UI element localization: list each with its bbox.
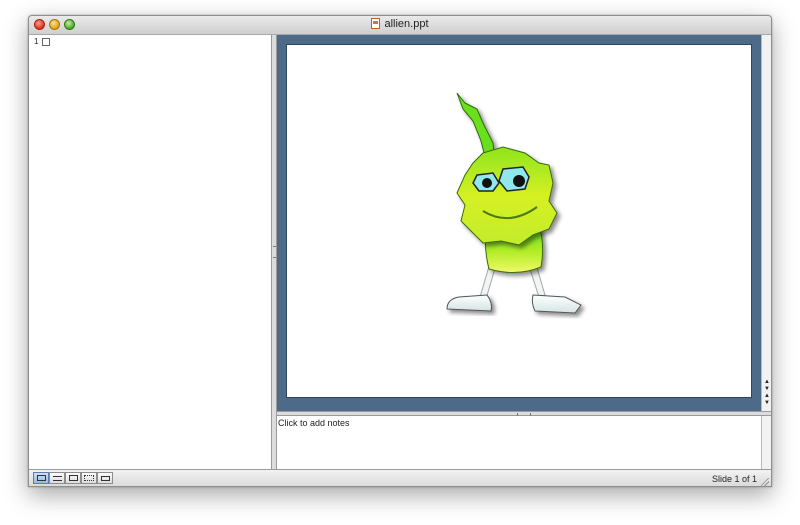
slide-canvas[interactable] (287, 45, 751, 397)
view-buttons (33, 472, 113, 484)
outline-view-button[interactable] (49, 472, 65, 484)
app-window: allien.ppt 1 ▲ ▼ ▲ ▼ Click to add notes … (28, 15, 772, 487)
normal-view-button[interactable] (33, 472, 49, 484)
right-shoe (531, 294, 582, 314)
slide-thumbnail-icon (42, 37, 51, 46)
outline-view-icon (52, 475, 62, 481)
slide-show-icon (100, 475, 110, 481)
ppt-document-icon (371, 18, 381, 29)
previous-slide-icon[interactable]: ▲ (762, 393, 771, 400)
slide-editing-area[interactable] (277, 35, 761, 411)
slides-pane[interactable]: 1 (29, 35, 272, 469)
scroll-down-arrow-icon[interactable]: ▼ (762, 386, 771, 393)
slide-sorter-icon (84, 475, 94, 481)
right-pupil (513, 175, 525, 187)
slide-show-button[interactable] (97, 472, 113, 484)
resize-grip-icon[interactable] (761, 478, 769, 486)
left-pupil (482, 178, 492, 188)
slide-view-icon (68, 475, 78, 481)
window-title: allien.ppt (384, 18, 429, 30)
notes-placeholder[interactable]: Click to add notes (278, 418, 350, 428)
alien-illustration[interactable] (287, 45, 751, 397)
alien-head (456, 146, 558, 246)
slide-number: 1 (34, 37, 39, 46)
normal-view-icon (36, 475, 46, 481)
window-title-container: allien.ppt (29, 18, 771, 30)
title-bar[interactable]: allien.ppt (29, 16, 771, 35)
status-bar: Slide 1 of 1 (29, 469, 771, 486)
slide-thumbnail-item[interactable]: 1 (34, 37, 51, 46)
notes-pane[interactable]: Click to add notes (277, 416, 761, 469)
slide-sorter-view-button[interactable] (81, 472, 97, 484)
next-slide-icon[interactable]: ▼ (762, 400, 771, 407)
slide-vertical-scrollbar[interactable]: ▲ ▼ ▲ ▼ (761, 35, 771, 411)
notes-vertical-scrollbar[interactable] (761, 416, 771, 469)
slide-counter: Slide 1 of 1 (711, 474, 757, 484)
left-shoe (446, 294, 492, 312)
slide-view-button[interactable] (65, 472, 81, 484)
splitter-grip-icon (273, 246, 275, 258)
scroll-up-arrow-icon[interactable]: ▲ (762, 379, 771, 386)
splitter-grip-icon (517, 413, 531, 415)
